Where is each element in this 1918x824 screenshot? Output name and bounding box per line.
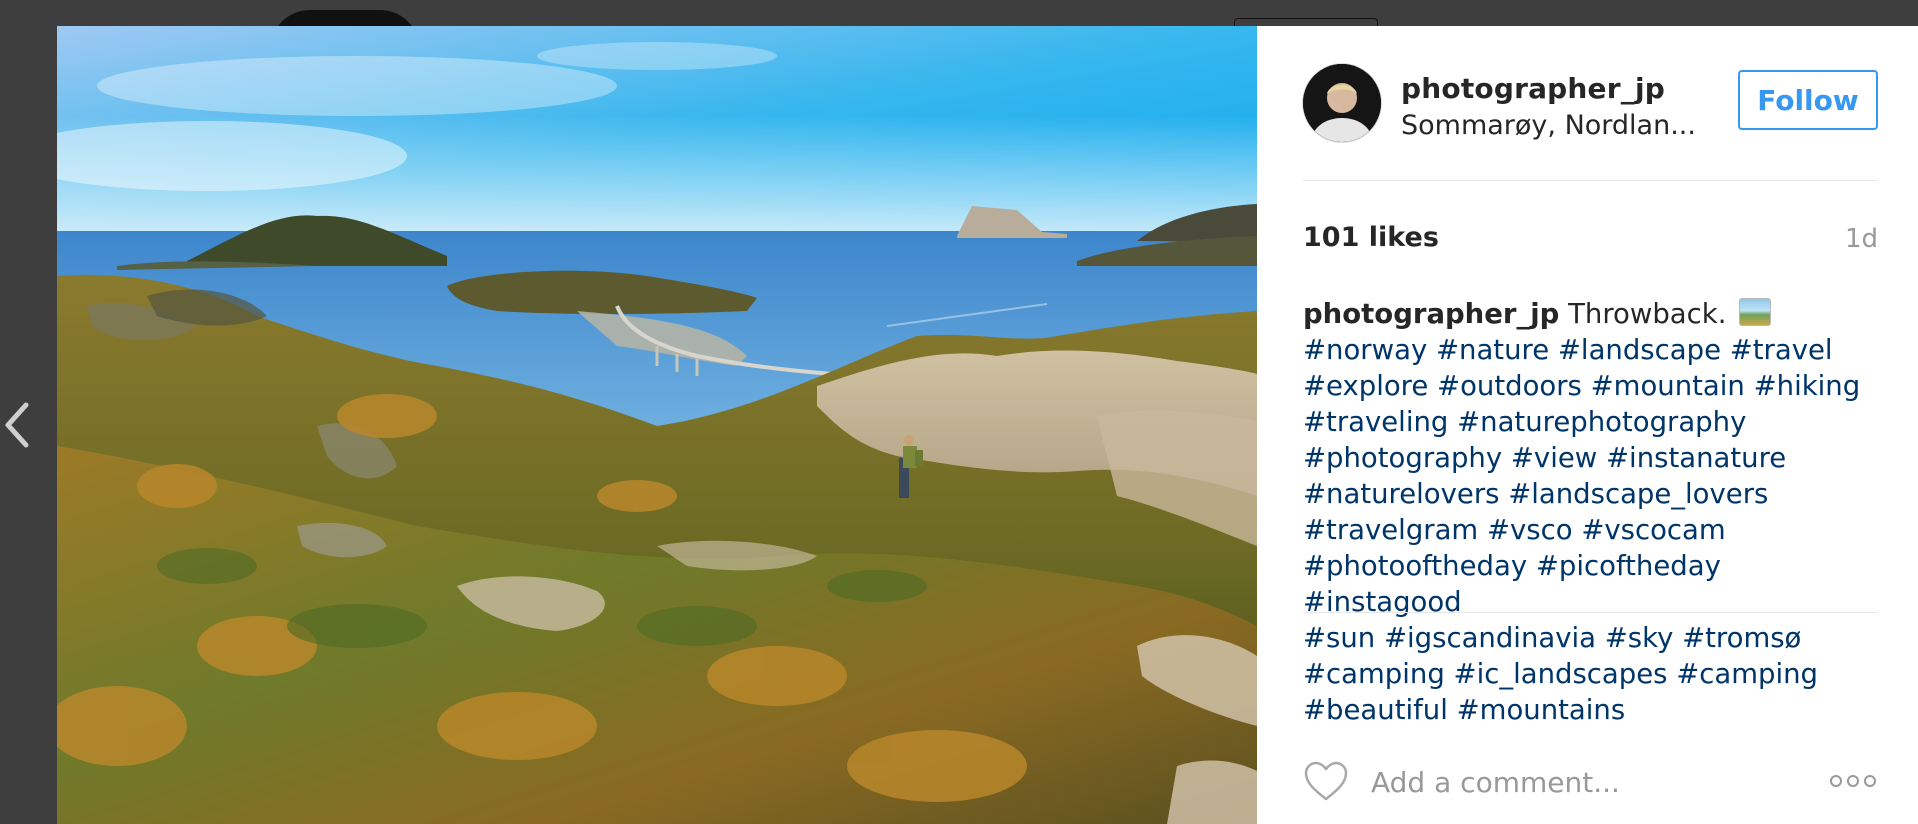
- follow-button[interactable]: Follow: [1738, 70, 1878, 130]
- hashtag-link[interactable]: #travelgram: [1303, 514, 1478, 546]
- hashtag-line: #photography #view #instanature: [1303, 440, 1883, 476]
- hashtag-line: #beautiful #mountains: [1303, 692, 1883, 728]
- hashtag-line: #explore #outdoors #mountain #hiking: [1303, 368, 1883, 404]
- hashtag-link[interactable]: #camping: [1303, 658, 1445, 690]
- post-modal: photographer_jp Sommarøy, Nordlan... Fol…: [57, 26, 1918, 824]
- hashtag-line: #traveling #naturephotography: [1303, 404, 1883, 440]
- hashtag-line: #sun #igscandinavia #sky #tromsø: [1303, 620, 1883, 656]
- post-footer: [1303, 756, 1878, 808]
- hashtag-line: #travelgram #vsco #vscocam: [1303, 512, 1883, 548]
- hashtag-link[interactable]: #vscocam: [1581, 514, 1725, 546]
- hashtag-link[interactable]: #beautiful: [1303, 694, 1448, 726]
- hashtag-link[interactable]: #tromsø: [1682, 622, 1801, 654]
- avatar[interactable]: [1303, 64, 1381, 142]
- comment-input[interactable]: [1369, 756, 1773, 808]
- hashtag-list: #norway #nature #landscape #travel #explo…: [1303, 332, 1883, 728]
- hashtag-link[interactable]: #nature: [1436, 334, 1549, 366]
- hashtag-line: #camping #ic_landscapes #camping: [1303, 656, 1883, 692]
- hashtag-link[interactable]: #outdoors: [1437, 370, 1582, 402]
- hashtag-link[interactable]: #travel: [1730, 334, 1833, 366]
- hashtag-link[interactable]: #photography: [1303, 442, 1502, 474]
- heart-outline-icon[interactable]: [1303, 760, 1349, 802]
- hashtag-link[interactable]: #instanature: [1606, 442, 1786, 474]
- hashtag-link[interactable]: #instagood: [1303, 586, 1462, 618]
- hashtag-line: #norway #nature #landscape #travel: [1303, 332, 1883, 368]
- landscape-photo: [57, 26, 1257, 824]
- hashtag-link[interactable]: #photooftheday: [1303, 550, 1527, 582]
- hashtag-link[interactable]: #landscape: [1558, 334, 1721, 366]
- hashtag-link[interactable]: #vsco: [1487, 514, 1573, 546]
- hashtag-link[interactable]: #sun: [1303, 622, 1375, 654]
- more-options-icon[interactable]: [1828, 772, 1878, 790]
- post-header: photographer_jp Sommarøy, Nordlan... Fol…: [1303, 64, 1878, 144]
- hashtag-link[interactable]: #picoftheday: [1536, 550, 1721, 582]
- hashtag-link[interactable]: #naturelovers: [1303, 478, 1499, 510]
- location[interactable]: Sommarøy, Nordlan...: [1401, 110, 1696, 141]
- hashtag-link[interactable]: #mountains: [1457, 694, 1626, 726]
- hashtag-link[interactable]: #landscape_lovers: [1508, 478, 1768, 510]
- caption: photographer_jp Throwback. #norway #natu…: [1303, 296, 1883, 728]
- hashtag-link[interactable]: #explore: [1303, 370, 1428, 402]
- username[interactable]: photographer_jp: [1401, 72, 1665, 105]
- hashtag-link[interactable]: #norway: [1303, 334, 1427, 366]
- likes-count[interactable]: 101 likes: [1303, 222, 1439, 253]
- lightbox-overlay[interactable]: photographer_jp Sommarøy, Nordlan... Fol…: [0, 0, 1918, 824]
- hashtag-line: #naturelovers #landscape_lovers: [1303, 476, 1883, 512]
- caption-text: Throwback.: [1568, 298, 1727, 330]
- caption-username[interactable]: photographer_jp: [1303, 298, 1559, 330]
- hashtag-link[interactable]: #camping: [1676, 658, 1818, 690]
- hashtag-link[interactable]: #sky: [1605, 622, 1674, 654]
- caption-line-1: photographer_jp Throwback.: [1303, 296, 1883, 332]
- hashtag-link[interactable]: #hiking: [1754, 370, 1861, 402]
- hashtag-link[interactable]: #ic_landscapes: [1454, 658, 1668, 690]
- header-divider: [1303, 180, 1878, 181]
- hashtag-link[interactable]: #igscandinavia: [1384, 622, 1596, 654]
- hashtag-link[interactable]: #traveling: [1303, 406, 1448, 438]
- caption-divider: [1303, 612, 1878, 613]
- hashtag-link[interactable]: #view: [1511, 442, 1597, 474]
- timestamp[interactable]: 1d: [1845, 224, 1878, 254]
- chevron-left-icon[interactable]: [0, 395, 40, 455]
- post-photo[interactable]: [57, 26, 1257, 824]
- hashtag-line: #photooftheday #picoftheday #instagood: [1303, 548, 1883, 620]
- hashtag-link[interactable]: #naturephotography: [1457, 406, 1746, 438]
- post-details-panel: photographer_jp Sommarøy, Nordlan... Fol…: [1257, 26, 1918, 824]
- hashtag-link[interactable]: #mountain: [1591, 370, 1745, 402]
- landscape-photo-emoji: [1739, 298, 1772, 326]
